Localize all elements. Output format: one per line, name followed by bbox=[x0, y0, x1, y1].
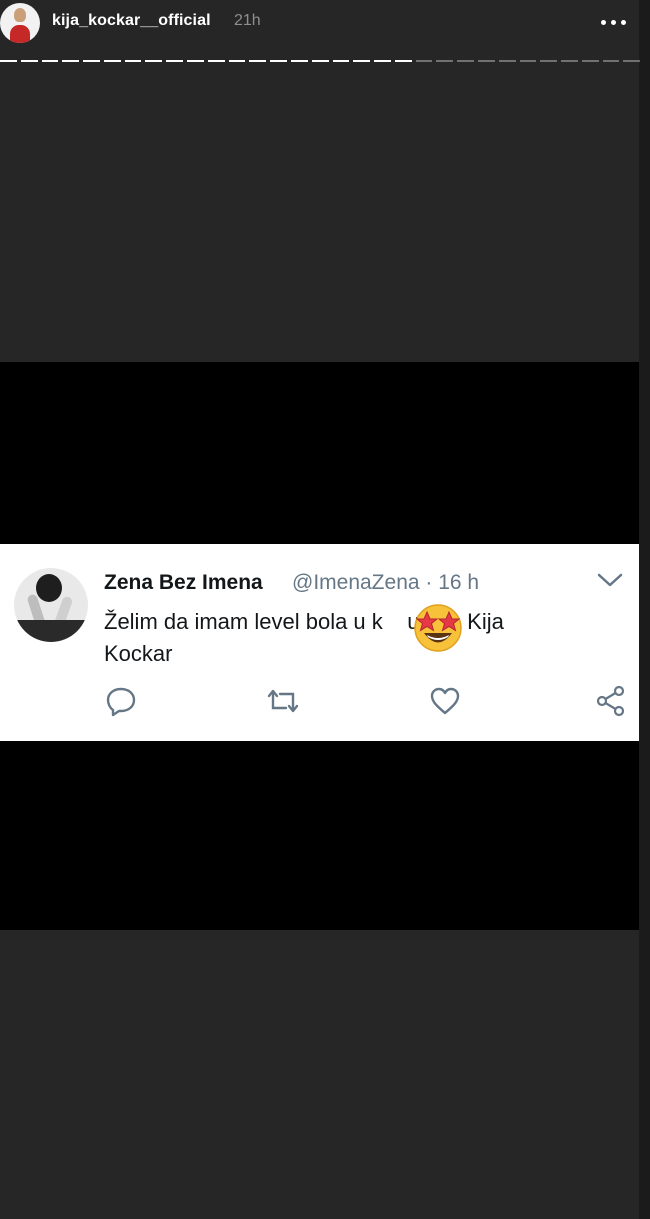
avatar-hair bbox=[14, 8, 26, 22]
tweet-handle-time: @ImenaZena · 16 h bbox=[292, 571, 480, 594]
post-time: 21h bbox=[234, 12, 261, 29]
progress-segment bbox=[623, 60, 641, 62]
progress-segment bbox=[249, 60, 267, 62]
progress-segment bbox=[415, 60, 433, 62]
star-struck-emoji-icon bbox=[414, 604, 462, 652]
progress-segment bbox=[83, 60, 100, 62]
tweet-text-line: Želim da imam level bola u k u kao Kija bbox=[104, 609, 504, 634]
story-header: kija_kockar__official 21h bbox=[0, 0, 650, 44]
progress-segment bbox=[270, 60, 287, 62]
profile-avatar[interactable] bbox=[0, 3, 40, 43]
retweet-icon[interactable] bbox=[266, 684, 300, 718]
progress-segment bbox=[457, 60, 474, 62]
progress-segment bbox=[103, 60, 121, 62]
progress-segment bbox=[477, 60, 495, 62]
progress-segment bbox=[187, 60, 204, 62]
tweet-avatar bbox=[14, 568, 88, 642]
progress-segment bbox=[311, 60, 329, 62]
username[interactable]: kija_kockar__official bbox=[52, 12, 211, 30]
progress-segment bbox=[145, 60, 163, 62]
heart-icon[interactable] bbox=[428, 684, 462, 718]
story-viewer: kija_kockar__official 21h Zena Bez Imena… bbox=[0, 0, 650, 1219]
progress-segment bbox=[374, 60, 391, 62]
progress-segment bbox=[561, 60, 578, 62]
edge-strip bbox=[639, 0, 650, 1219]
progress-segment bbox=[436, 60, 454, 62]
progress-segment bbox=[394, 60, 412, 62]
progress-segment bbox=[498, 60, 516, 62]
more-options-icon[interactable] bbox=[598, 14, 630, 32]
avatar-dress bbox=[10, 25, 30, 43]
progress-segment bbox=[332, 60, 350, 62]
tweet-card: Zena Bez Imena @ImenaZena · 16 h Želim d… bbox=[0, 544, 639, 741]
progress-segment bbox=[353, 60, 371, 62]
progress-segment bbox=[228, 60, 246, 62]
reply-icon[interactable] bbox=[104, 684, 138, 718]
progress-segment bbox=[602, 60, 620, 62]
progress-segment bbox=[124, 60, 142, 62]
media-band-top bbox=[0, 362, 639, 544]
tweet-text-line: Kockar bbox=[104, 641, 173, 666]
progress-segment bbox=[290, 60, 308, 62]
tweet-text: Želim da imam level bola u k u kao Kija … bbox=[104, 606, 584, 670]
progress-segment bbox=[62, 60, 80, 62]
progress-segment bbox=[0, 60, 17, 62]
share-icon[interactable] bbox=[594, 684, 628, 718]
tweet-display-name: Zena Bez Imena bbox=[104, 571, 263, 594]
progress-segment bbox=[581, 60, 599, 62]
progress-segment bbox=[41, 60, 59, 62]
media-band-bottom bbox=[0, 741, 639, 930]
progress-segment bbox=[207, 60, 225, 62]
progress-segment bbox=[540, 60, 558, 62]
story-progress-bar bbox=[0, 60, 641, 64]
progress-segment bbox=[519, 60, 537, 62]
chevron-down-icon[interactable] bbox=[596, 570, 624, 590]
progress-segment bbox=[166, 60, 184, 62]
progress-segment bbox=[20, 60, 38, 62]
